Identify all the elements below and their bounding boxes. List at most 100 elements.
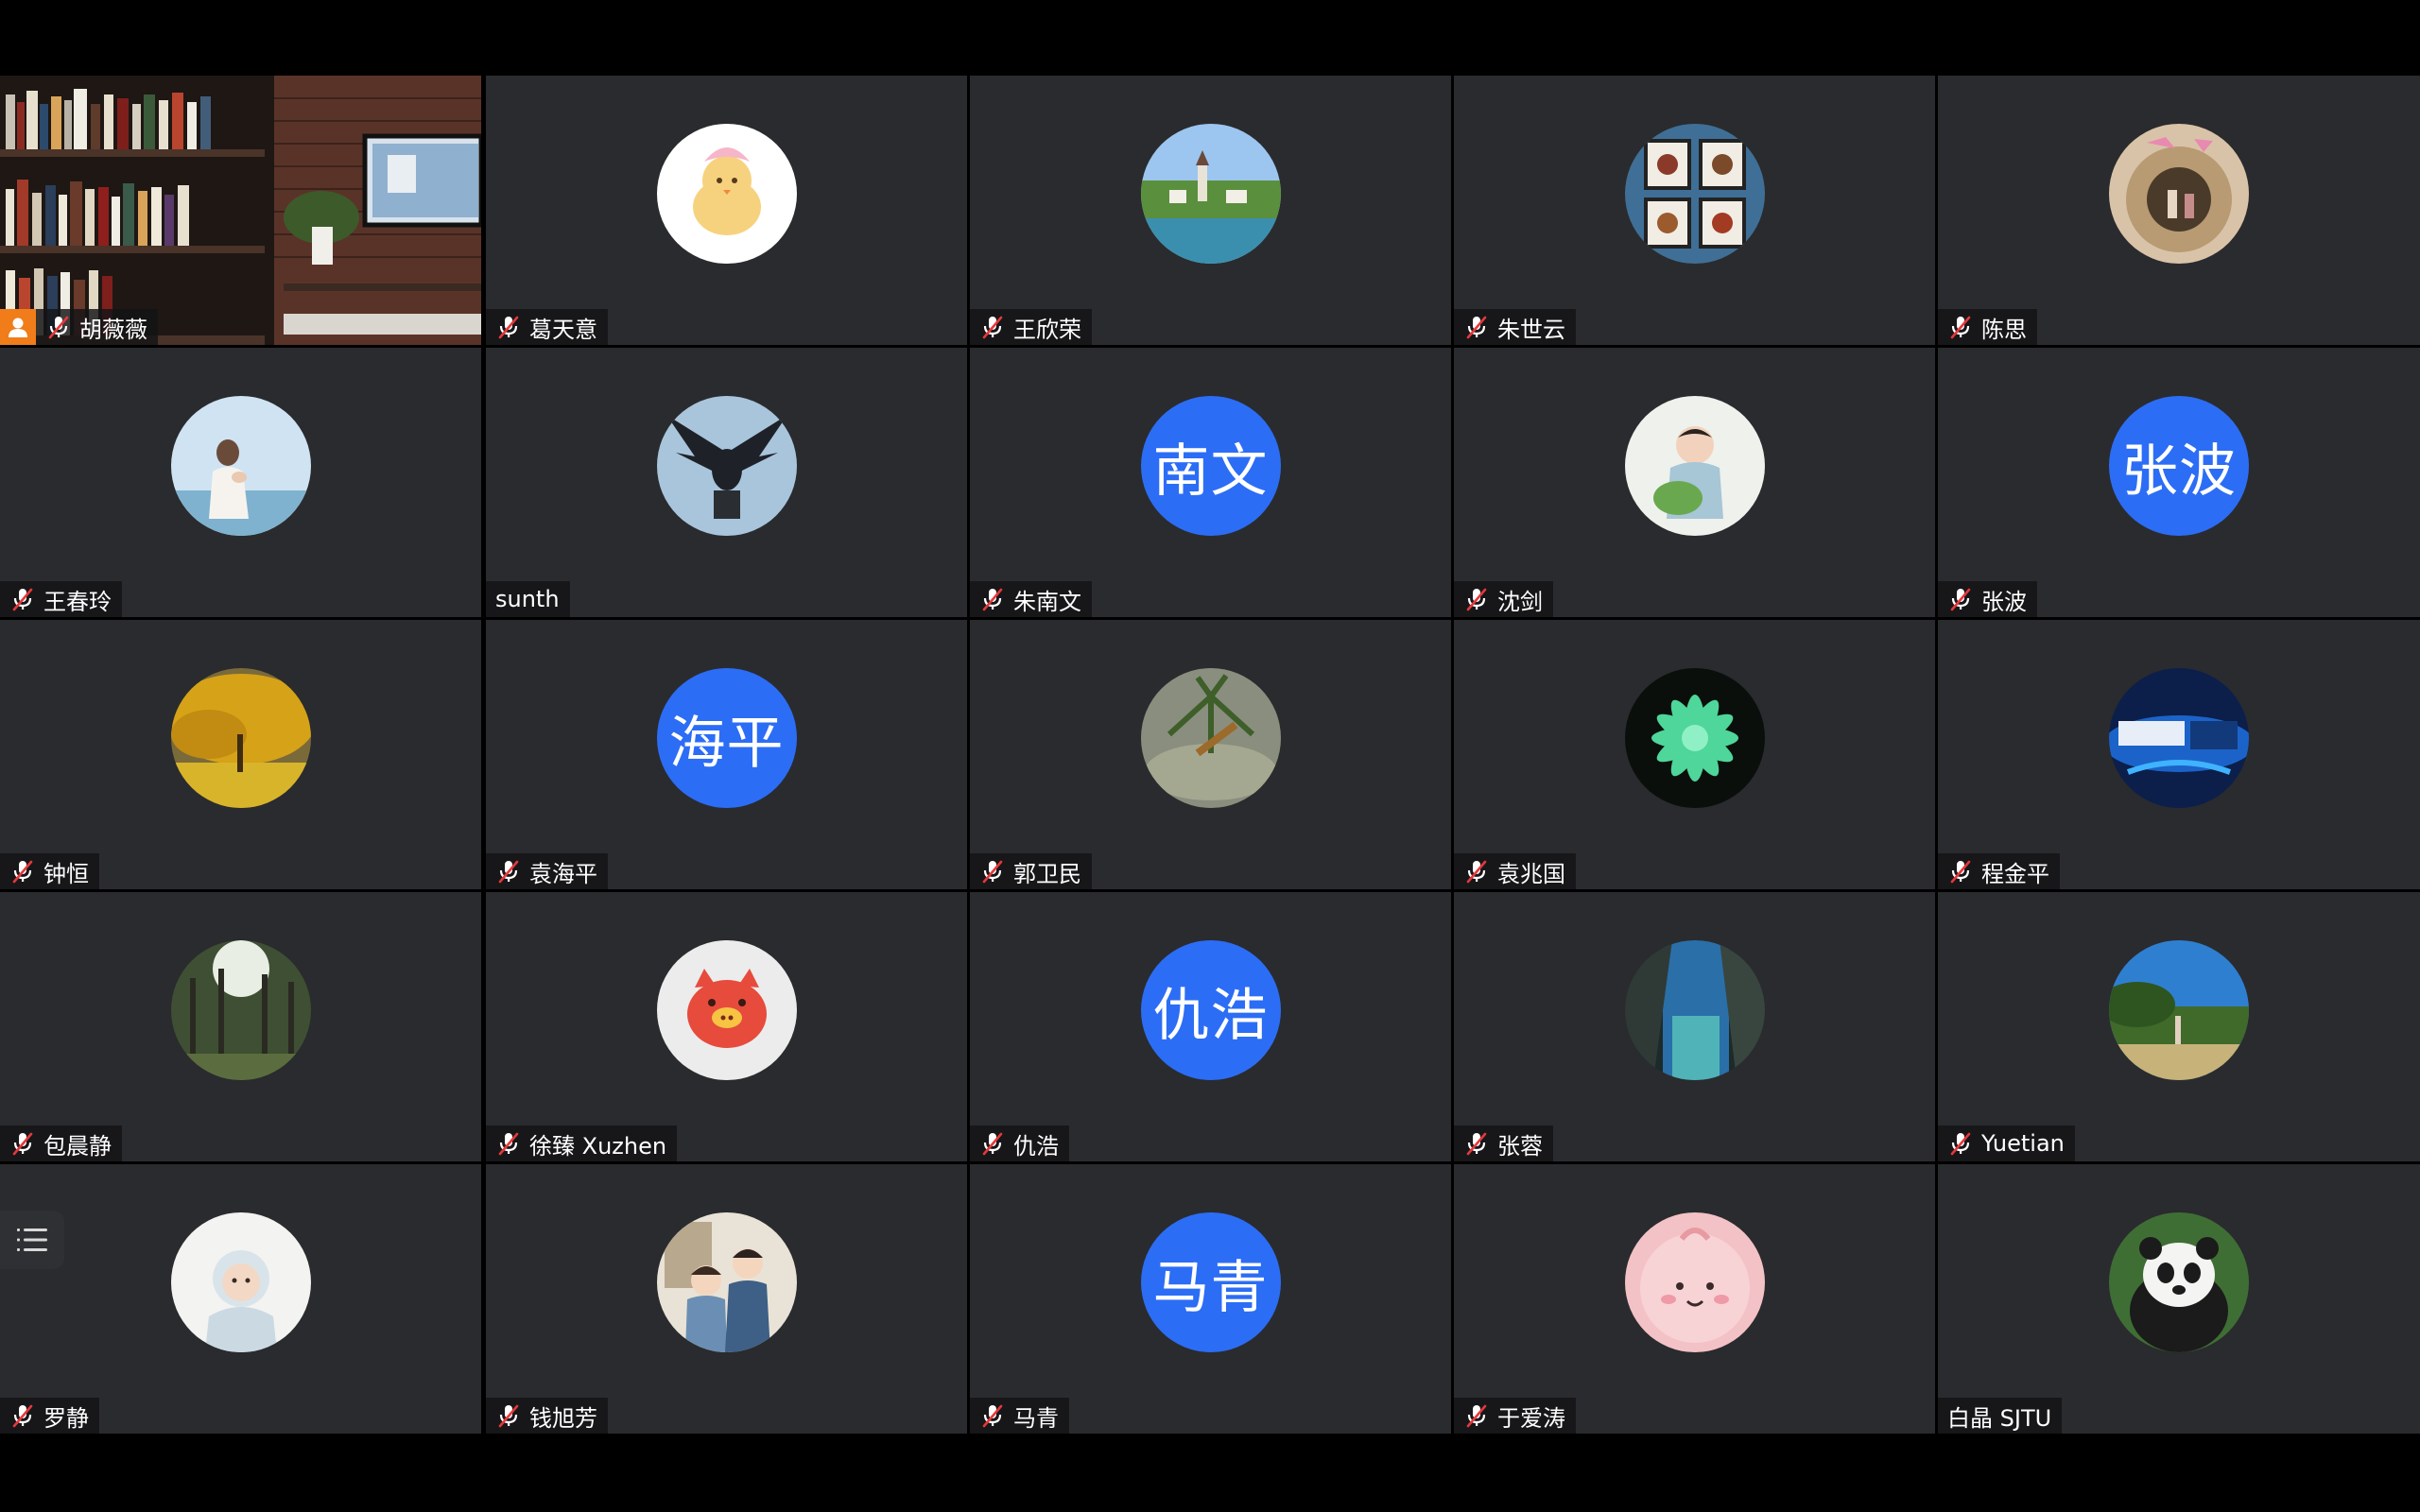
participant-tile[interactable]: 南文 朱南文 bbox=[970, 348, 1451, 617]
participant-tile[interactable]: 郭卫民 bbox=[970, 620, 1451, 889]
participant-name: 朱南文 bbox=[1013, 588, 1081, 615]
avatar-initials: 海平 bbox=[656, 668, 797, 808]
avatar-initials-text: 张波 bbox=[2121, 438, 2237, 505]
mic-off-icon bbox=[498, 1404, 519, 1428]
avatar-initials: 仇浩 bbox=[1140, 940, 1281, 1080]
mic-off-icon bbox=[498, 1132, 519, 1156]
participant-name: 沈剑 bbox=[1497, 588, 1543, 615]
list-icon bbox=[17, 1228, 47, 1251]
mic-off-icon bbox=[982, 316, 1003, 339]
avatar bbox=[656, 124, 797, 264]
participant-nameplate: 朱南文 bbox=[970, 581, 1092, 617]
participant-tile[interactable]: 王春玲 bbox=[0, 348, 481, 617]
participant-nameplate: 朱世云 bbox=[1454, 309, 1576, 345]
participant-nameplate: 胡薇薇 bbox=[36, 309, 158, 345]
participant-name: 胡薇薇 bbox=[79, 316, 147, 343]
participant-name: 钟恒 bbox=[43, 860, 89, 887]
participant-name: 仇浩 bbox=[1013, 1132, 1059, 1160]
participant-tile[interactable]: 包晨静 bbox=[0, 892, 481, 1161]
host-badge bbox=[0, 309, 36, 345]
participant-list-toggle-button[interactable] bbox=[0, 1211, 64, 1269]
avatar bbox=[1140, 668, 1281, 808]
meditating-woman-photo bbox=[170, 396, 311, 536]
participant-tile[interactable]: 张蓉 bbox=[1454, 892, 1935, 1161]
participant-tile[interactable]: 沈剑 bbox=[1454, 348, 1935, 617]
tv-screen-photo bbox=[2109, 668, 2249, 808]
plant-water-photo bbox=[1140, 668, 1281, 808]
mic-off-icon bbox=[1466, 1404, 1487, 1428]
avatar-initials-text: 仇浩 bbox=[1152, 982, 1269, 1049]
avatar bbox=[1624, 940, 1765, 1080]
mic-off-icon bbox=[982, 1132, 1003, 1156]
avatar bbox=[1624, 1212, 1765, 1352]
participant-tile[interactable]: 白晶 SJTU bbox=[1938, 1164, 2420, 1434]
participant-nameplate: 仇浩 bbox=[970, 1125, 1069, 1161]
participant-tile[interactable]: 朱世云 bbox=[1454, 76, 1935, 345]
participant-nameplate: 沈剑 bbox=[1454, 581, 1553, 617]
participant-name: 徐臻 Xuzhen bbox=[529, 1132, 667, 1160]
participant-tile[interactable]: 徐臻 Xuzhen bbox=[486, 892, 967, 1161]
participant-name: 程金平 bbox=[1981, 860, 2049, 887]
participant-nameplate: 于爱涛 bbox=[1454, 1398, 1576, 1434]
couple-illustration bbox=[656, 1212, 797, 1352]
mic-off-icon bbox=[12, 1404, 33, 1428]
avatar bbox=[170, 1212, 311, 1352]
participant-tile[interactable]: 王欣荣 bbox=[970, 76, 1451, 345]
participant-nameplate: 马青 bbox=[970, 1398, 1069, 1434]
baby-photo bbox=[170, 1212, 311, 1352]
mic-off-icon bbox=[1950, 316, 1971, 339]
video-feed bbox=[0, 76, 481, 345]
participant-nameplate: 郭卫民 bbox=[970, 853, 1092, 889]
waterfall-photo bbox=[1624, 940, 1765, 1080]
participant-tile[interactable]: 钱旭芳 bbox=[486, 1164, 967, 1434]
participant-name: 于爱涛 bbox=[1497, 1404, 1565, 1432]
child-photo bbox=[1624, 396, 1765, 536]
participant-tile[interactable]: 马青 马青 bbox=[970, 1164, 1451, 1434]
pig-icon bbox=[656, 940, 797, 1080]
participant-tile[interactable]: 袁兆国 bbox=[1454, 620, 1935, 889]
participant-tile[interactable]: 葛天意 bbox=[486, 76, 967, 345]
panda-photo bbox=[2109, 1212, 2249, 1352]
participant-tile[interactable]: 于爱涛 bbox=[1454, 1164, 1935, 1434]
participant-name: 张波 bbox=[1981, 588, 2027, 615]
participant-name: 王春玲 bbox=[43, 588, 112, 615]
avatar-initials: 南文 bbox=[1140, 396, 1281, 536]
avatar bbox=[2109, 124, 2249, 264]
mic-off-icon bbox=[12, 1132, 33, 1156]
mic-off-icon bbox=[982, 860, 1003, 884]
participant-name: 马青 bbox=[1013, 1404, 1059, 1432]
participant-name: 白晶 SJTU bbox=[1947, 1404, 2052, 1432]
participant-name: Yuetian bbox=[1981, 1130, 2065, 1157]
participant-nameplate: 程金平 bbox=[1938, 853, 2060, 889]
mic-off-icon bbox=[1950, 860, 1971, 884]
avatar bbox=[170, 668, 311, 808]
participant-tile[interactable]: sunth bbox=[486, 348, 967, 617]
participant-tile[interactable]: 罗静 bbox=[0, 1164, 481, 1434]
avatar bbox=[1624, 124, 1765, 264]
participant-name: 张蓉 bbox=[1497, 1132, 1543, 1160]
forest-photo bbox=[170, 940, 311, 1080]
avatar bbox=[2109, 940, 2249, 1080]
participant-name: 陈思 bbox=[1981, 316, 2027, 343]
participant-nameplate: 袁兆国 bbox=[1454, 853, 1576, 889]
mic-off-icon bbox=[982, 1404, 1003, 1428]
mic-off-icon bbox=[982, 588, 1003, 611]
participant-nameplate: 徐臻 Xuzhen bbox=[486, 1125, 678, 1161]
participant-tile[interactable]: 陈思 bbox=[1938, 76, 2420, 345]
avatar bbox=[1624, 668, 1765, 808]
participant-tile[interactable]: 仇浩 仇浩 bbox=[970, 892, 1451, 1161]
participant-tile[interactable]: 胡薇薇 bbox=[0, 76, 481, 345]
participant-tile[interactable]: 钟恒 bbox=[0, 620, 481, 889]
golden-tree-photo bbox=[170, 668, 311, 808]
participant-tile[interactable]: 程金平 bbox=[1938, 620, 2420, 889]
participant-tile[interactable]: 张波 张波 bbox=[1938, 348, 2420, 617]
mic-off-icon bbox=[1466, 860, 1487, 884]
participant-tile[interactable]: 海平 袁海平 bbox=[486, 620, 967, 889]
avatar bbox=[170, 940, 311, 1080]
participant-name: 朱世云 bbox=[1497, 316, 1565, 343]
mic-off-icon bbox=[1950, 1132, 1971, 1156]
mic-off-icon bbox=[12, 588, 33, 611]
avatar-initials: 张波 bbox=[2109, 396, 2249, 536]
participant-tile[interactable]: Yuetian bbox=[1938, 892, 2420, 1161]
avatar bbox=[170, 396, 311, 536]
